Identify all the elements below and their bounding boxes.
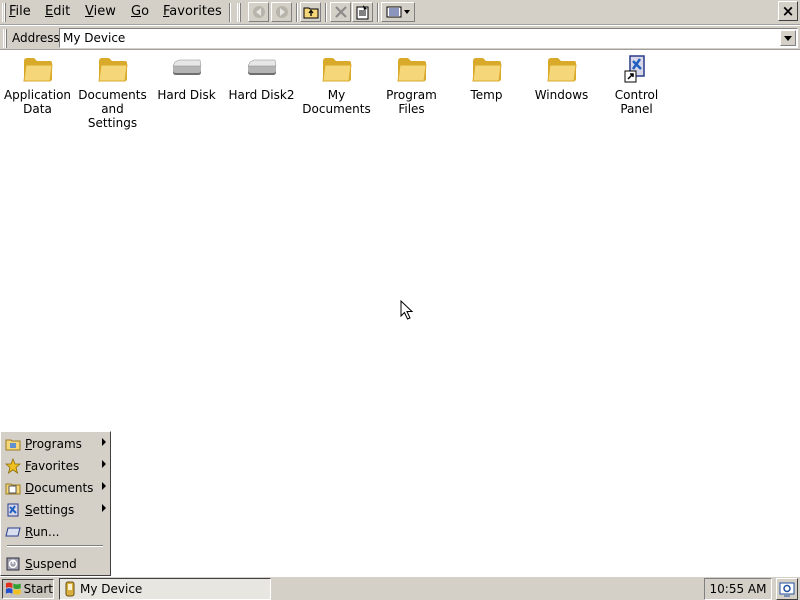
- forward-icon: [275, 6, 288, 18]
- start-menu-run-label: Run...: [25, 525, 60, 539]
- item-hard-disk2[interactable]: Hard Disk2: [224, 52, 299, 102]
- suspend-icon: [6, 557, 20, 571]
- item-documents-and-settings[interactable]: Documents and Settings: [75, 52, 150, 130]
- clock[interactable]: 10:55 AM: [710, 582, 767, 596]
- taskbar-item-my-device[interactable]: My Device: [59, 578, 271, 600]
- start-button[interactable]: Start: [2, 579, 54, 599]
- show-desktop-button[interactable]: [776, 578, 798, 600]
- folder-icon: [97, 58, 128, 82]
- address-field[interactable]: My Device: [59, 28, 798, 48]
- item-temp[interactable]: Temp: [449, 52, 524, 102]
- taskbar: Start My Device 10:55 AM: [0, 576, 800, 600]
- address-dropdown-button[interactable]: [780, 30, 796, 46]
- programs-icon: [5, 439, 21, 451]
- views-icon: [386, 6, 410, 18]
- device-icon: [65, 581, 75, 597]
- windows-logo-icon: [5, 582, 21, 595]
- start-menu-suspend-label: Suspend: [25, 557, 77, 571]
- forward-button[interactable]: [271, 2, 292, 22]
- up-folder-button[interactable]: [300, 2, 321, 22]
- settings-icon: [7, 503, 19, 517]
- control-panel-icon: [624, 55, 645, 83]
- toolbar-separator: [325, 3, 327, 22]
- desktop-icon: [779, 582, 795, 597]
- toolbar-separator: [296, 3, 298, 22]
- folder-icon: [396, 58, 427, 82]
- start-menu-favorites-label: Favorites: [25, 459, 80, 473]
- folder-icon: [22, 58, 53, 82]
- run-icon: [5, 527, 21, 537]
- submenu-arrow-icon: [102, 460, 106, 468]
- up-folder-icon: [303, 7, 318, 19]
- start-menu-programs[interactable]: Programs: [4, 434, 109, 454]
- start-menu-documents[interactable]: Documents: [4, 478, 109, 498]
- menu-favorites[interactable]: Favorites: [163, 4, 222, 20]
- taskbar-item-label: My Device: [80, 582, 143, 596]
- start-menu-favorites[interactable]: Favorites: [4, 456, 109, 476]
- item-program-files[interactable]: Program Files: [374, 52, 449, 116]
- folder-icon: [546, 58, 577, 82]
- mouse-cursor-icon: [400, 300, 414, 320]
- delete-button[interactable]: [330, 2, 351, 22]
- close-button[interactable]: ×: [778, 1, 798, 21]
- folder-icon: [321, 58, 352, 82]
- menu-file[interactable]: File: [9, 4, 31, 20]
- documents-icon: [5, 483, 21, 495]
- item-application-data[interactable]: Application Data: [0, 52, 75, 116]
- toolbar-separator: [229, 3, 231, 22]
- menu-bar: File Edit View Go Favorites ×: [0, 0, 800, 25]
- item-control-panel[interactable]: Control Panel: [599, 52, 674, 116]
- file-list: Application Data Documents and Settings Ha…: [0, 52, 800, 132]
- toolbar-grip[interactable]: [237, 3, 241, 22]
- item-hard-disk[interactable]: Hard Disk: [149, 52, 224, 102]
- back-icon: [252, 6, 265, 18]
- start-menu-settings-label: Settings: [25, 503, 75, 517]
- system-tray[interactable]: 10:55 AM: [704, 578, 772, 600]
- menubar-grip[interactable]: [2, 3, 6, 22]
- disk-icon: [247, 59, 276, 75]
- folder-icon: [471, 58, 502, 82]
- submenu-arrow-icon: [102, 438, 106, 446]
- start-menu: Programs Favorites Documents Settings Ru…: [0, 431, 111, 576]
- start-menu-documents-label: Documents: [25, 481, 94, 495]
- close-icon: ×: [781, 1, 795, 20]
- address-grip[interactable]: [3, 29, 7, 48]
- properties-icon: [356, 5, 368, 20]
- address-bar: Address My Device: [0, 26, 800, 50]
- delete-icon: [334, 6, 347, 18]
- address-label: Address: [12, 31, 60, 45]
- address-value[interactable]: My Device: [63, 31, 125, 45]
- menu-edit[interactable]: Edit: [45, 4, 70, 20]
- submenu-arrow-icon: [102, 482, 106, 490]
- start-label: Start: [23, 582, 53, 596]
- back-button[interactable]: [248, 2, 269, 22]
- start-menu-suspend[interactable]: Suspend: [4, 554, 109, 574]
- start-menu-programs-label: Programs: [25, 437, 82, 451]
- submenu-arrow-icon: [102, 504, 106, 512]
- item-windows[interactable]: Windows: [524, 52, 599, 102]
- favorites-icon: [5, 458, 21, 474]
- item-my-documents[interactable]: My Documents: [299, 52, 374, 116]
- start-menu-run[interactable]: Run...: [4, 522, 109, 542]
- properties-button[interactable]: [352, 2, 373, 22]
- chevron-down-icon: [784, 35, 792, 41]
- start-menu-settings[interactable]: Settings: [4, 500, 109, 520]
- menu-view[interactable]: View: [85, 4, 116, 20]
- views-button[interactable]: [381, 2, 415, 22]
- disk-icon: [172, 59, 201, 75]
- start-menu-separator: [7, 545, 103, 547]
- toolbar-separator: [377, 3, 379, 22]
- menu-go[interactable]: Go: [131, 4, 149, 20]
